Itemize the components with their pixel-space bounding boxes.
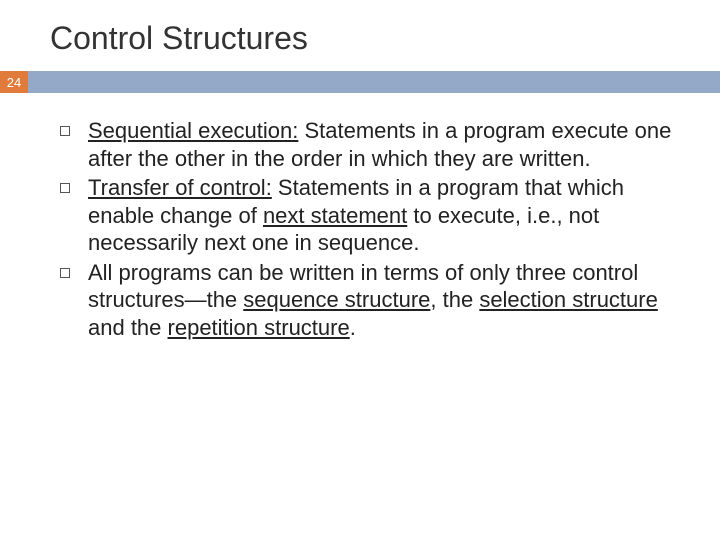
bullet-text: All programs can be written in terms of … (88, 259, 680, 342)
bullet-text: Transfer of control: Statements in a pro… (88, 174, 680, 257)
bullet-item: Sequential execution: Statements in a pr… (60, 117, 680, 172)
inline-underline: sequence structure (243, 287, 430, 312)
term-underline: Sequential execution: (88, 118, 298, 143)
header-bar: 24 (0, 71, 720, 93)
bullet-rest: . (350, 315, 356, 340)
bullet-item: All programs can be written in terms of … (60, 259, 680, 342)
bullet-text: Sequential execution: Statements in a pr… (88, 117, 680, 172)
bullet-item: Transfer of control: Statements in a pro… (60, 174, 680, 257)
term-underline: Transfer of control: (88, 175, 272, 200)
bullet-rest: and the (88, 315, 168, 340)
slide: Control Structures 24 Sequential executi… (0, 0, 720, 540)
bullet-marker-icon (60, 268, 70, 278)
inline-underline: next statement (263, 203, 407, 228)
slide-title: Control Structures (0, 0, 720, 71)
inline-underline: selection structure (479, 287, 658, 312)
bullet-marker-icon (60, 183, 70, 193)
content-area: Sequential execution: Statements in a pr… (0, 93, 720, 341)
page-number: 24 (0, 71, 28, 93)
inline-underline: repetition structure (168, 315, 350, 340)
header-bar-fill (28, 71, 720, 93)
bullet-marker-icon (60, 126, 70, 136)
bullet-rest: , the (430, 287, 479, 312)
